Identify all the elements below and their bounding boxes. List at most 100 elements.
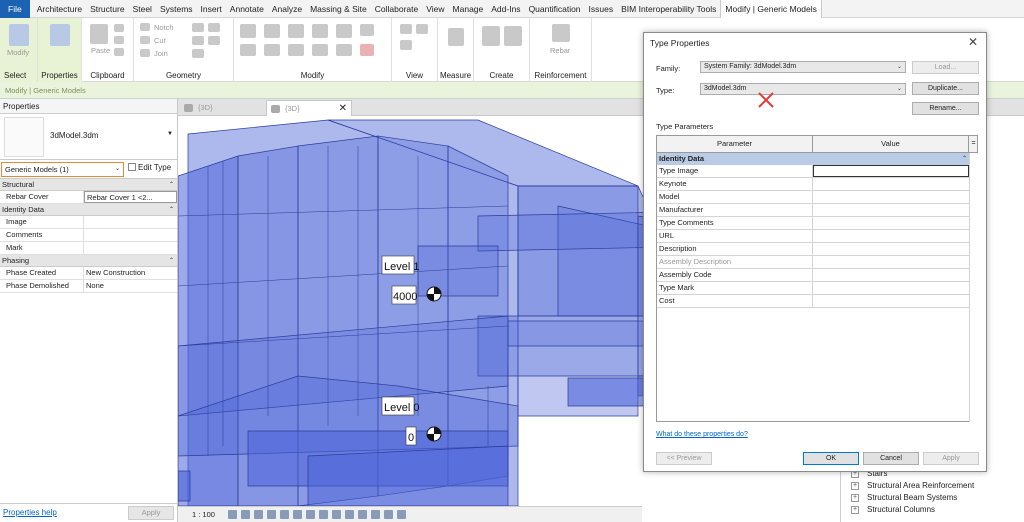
cancel-button[interactable]: Cancel bbox=[863, 452, 919, 465]
column-header-value[interactable]: Value bbox=[813, 136, 969, 152]
geometry-tool-icon[interactable] bbox=[192, 36, 204, 45]
paste-icon[interactable] bbox=[90, 24, 108, 44]
property-row[interactable]: Rebar Cover Rebar Cover 1 <2... bbox=[0, 191, 177, 204]
type-dropdown[interactable]: 3dModel.3dm ⌄ bbox=[700, 83, 906, 95]
property-value[interactable] bbox=[84, 229, 177, 241]
lightbulb-icon[interactable] bbox=[400, 40, 412, 50]
parameter-value-cell[interactable] bbox=[813, 282, 969, 294]
table-row[interactable]: Type Comments bbox=[657, 217, 969, 230]
modify-cursor-icon[interactable] bbox=[9, 24, 29, 46]
move-icon[interactable] bbox=[240, 44, 256, 56]
modify-button-label[interactable]: Modify bbox=[7, 48, 29, 57]
property-row[interactable]: Phase Demolished None bbox=[0, 280, 177, 293]
menu-tab-analyze[interactable]: Analyze bbox=[268, 0, 306, 18]
duplicate-button[interactable]: Duplicate... bbox=[912, 82, 979, 95]
browser-item[interactable]: + Structural Area Reinforcement bbox=[841, 480, 1024, 492]
expand-icon[interactable]: + bbox=[851, 494, 859, 502]
property-value[interactable]: New Construction bbox=[84, 267, 177, 279]
match-type-icon[interactable] bbox=[114, 48, 124, 56]
browser-item[interactable]: + Structural Beam Systems bbox=[841, 492, 1024, 504]
table-row[interactable]: Manufacturer bbox=[657, 204, 969, 217]
apply-button[interactable]: Apply bbox=[923, 452, 979, 465]
geometry-tool-icon[interactable] bbox=[192, 49, 204, 58]
table-row[interactable]: URL bbox=[657, 230, 969, 243]
rebar-icon[interactable] bbox=[552, 24, 570, 42]
render-icon[interactable] bbox=[280, 510, 289, 519]
parameter-value-cell[interactable] bbox=[813, 191, 969, 203]
table-row[interactable]: Type Mark bbox=[657, 282, 969, 295]
parameter-value-cell[interactable] bbox=[813, 256, 969, 268]
table-row[interactable]: Keynote bbox=[657, 178, 969, 191]
menu-tab-systems[interactable]: Systems bbox=[156, 0, 197, 18]
scale-icon[interactable] bbox=[336, 44, 352, 56]
delete-icon[interactable] bbox=[360, 44, 374, 56]
menu-tab-add-ins[interactable]: Add-Ins bbox=[487, 0, 524, 18]
property-row[interactable]: Comments bbox=[0, 229, 177, 242]
highlight-displacement-icon[interactable] bbox=[371, 510, 380, 519]
property-value[interactable]: None bbox=[84, 280, 177, 292]
column-header-formula[interactable]: = bbox=[969, 136, 978, 152]
preview-button[interactable]: << Preview bbox=[656, 452, 712, 465]
cope-icon[interactable] bbox=[140, 23, 150, 31]
cut-label[interactable]: Cut bbox=[154, 36, 166, 45]
parameter-value-cell[interactable] bbox=[813, 165, 969, 177]
table-row[interactable]: Type Image bbox=[657, 165, 969, 178]
menu-tab-manage[interactable]: Manage bbox=[449, 0, 488, 18]
parameter-value-cell[interactable] bbox=[813, 295, 969, 307]
menu-tab-bim-interoperability-tools[interactable]: BIM Interoperability Tools bbox=[617, 0, 720, 18]
menu-tab-issues[interactable]: Issues bbox=[585, 0, 618, 18]
property-row[interactable]: Phase Created New Construction bbox=[0, 267, 177, 280]
temporary-hide-icon[interactable] bbox=[332, 510, 341, 519]
geometry-tool-icon[interactable] bbox=[208, 23, 220, 32]
browser-item[interactable]: + Structural Columns bbox=[841, 504, 1024, 516]
geometry-tool-icon[interactable] bbox=[192, 23, 204, 32]
split-icon[interactable] bbox=[312, 24, 328, 38]
menu-tab-massing-site[interactable]: Massing & Site bbox=[306, 0, 371, 18]
menu-tab-file[interactable]: File bbox=[0, 0, 30, 18]
close-icon[interactable]: ✕ bbox=[339, 101, 347, 117]
copy-icon[interactable] bbox=[114, 24, 124, 32]
override-icon[interactable] bbox=[416, 24, 428, 34]
detail-level-icon[interactable] bbox=[228, 510, 237, 519]
create-assembly-icon[interactable] bbox=[482, 26, 500, 46]
tab-3d-view-active[interactable]: {3D} ✕ bbox=[266, 100, 352, 116]
constraints-icon[interactable] bbox=[384, 510, 393, 519]
align-icon[interactable] bbox=[240, 24, 256, 38]
show-crop-icon[interactable] bbox=[306, 510, 315, 519]
parameter-value-cell[interactable] bbox=[813, 269, 969, 281]
parameter-value-cell[interactable] bbox=[813, 243, 969, 255]
menu-tab-architecture[interactable]: Architecture bbox=[33, 0, 86, 18]
property-row[interactable]: Mark bbox=[0, 242, 177, 255]
property-value[interactable] bbox=[84, 242, 177, 254]
parameter-value-cell[interactable] bbox=[813, 204, 969, 216]
section-phasing[interactable]: Phasing ⌃ bbox=[0, 255, 177, 267]
group-label-select[interactable]: Select bbox=[0, 71, 37, 80]
mirror-icon[interactable] bbox=[288, 24, 304, 38]
notch-label[interactable]: Notch bbox=[154, 23, 174, 32]
geometry-tool-icon[interactable] bbox=[208, 36, 220, 45]
edit-type-button[interactable]: Edit Type bbox=[128, 163, 171, 172]
property-value[interactable]: Rebar Cover 1 <2... bbox=[84, 191, 177, 203]
group-label-properties[interactable]: Properties bbox=[38, 71, 81, 80]
tab-3d-view[interactable]: {3D} bbox=[180, 100, 264, 116]
measure-icon[interactable] bbox=[448, 28, 464, 46]
parameter-value-cell[interactable] bbox=[813, 217, 969, 229]
apply-button[interactable]: Apply bbox=[128, 506, 174, 520]
menu-tab-quantification[interactable]: Quantification bbox=[525, 0, 585, 18]
rename-button[interactable]: Rename... bbox=[912, 102, 979, 115]
property-row[interactable]: Image bbox=[0, 216, 177, 229]
crop-view-icon[interactable] bbox=[293, 510, 302, 519]
section-identity-data[interactable]: Identity Data ⌃ bbox=[657, 153, 969, 165]
menu-tab-structure[interactable]: Structure bbox=[86, 0, 129, 18]
menu-tab-steel[interactable]: Steel bbox=[129, 0, 156, 18]
table-row[interactable]: Assembly Code bbox=[657, 269, 969, 282]
menu-tab-annotate[interactable]: Annotate bbox=[226, 0, 268, 18]
properties-help-link[interactable]: Properties help bbox=[3, 508, 57, 517]
close-icon[interactable]: ✕ bbox=[968, 35, 978, 49]
unlock-3d-icon[interactable] bbox=[319, 510, 328, 519]
visual-style-icon[interactable] bbox=[241, 510, 250, 519]
rotate-icon[interactable] bbox=[288, 44, 304, 56]
cut-icon[interactable] bbox=[114, 36, 124, 44]
properties-icon[interactable] bbox=[50, 24, 70, 46]
table-row[interactable]: Cost bbox=[657, 295, 969, 308]
